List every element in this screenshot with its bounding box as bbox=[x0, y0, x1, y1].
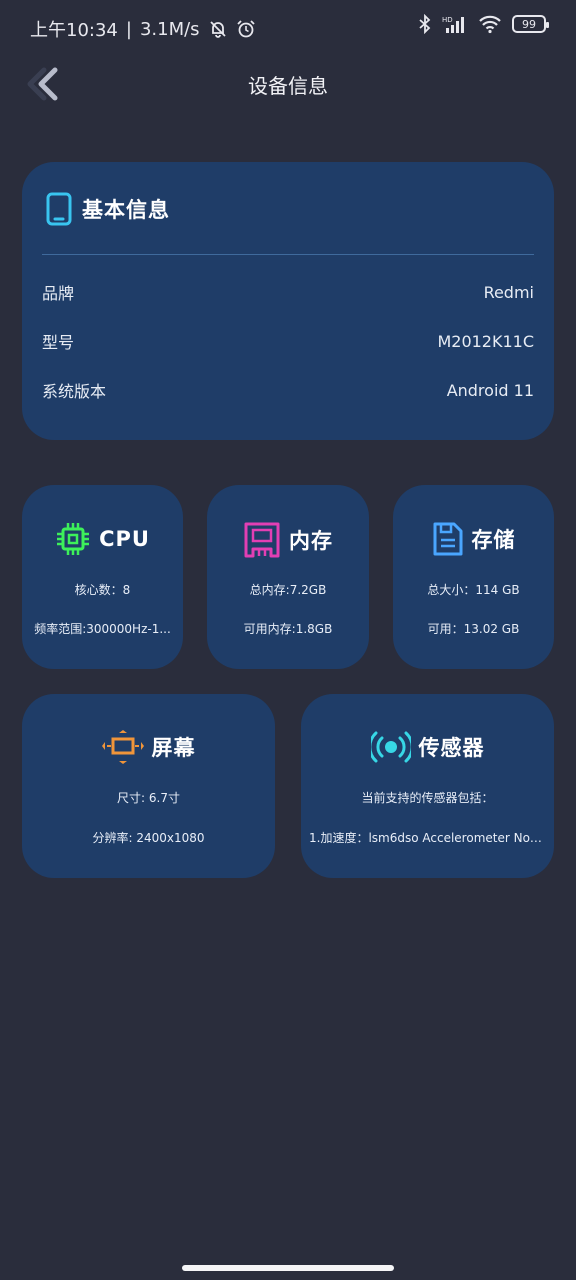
memory-card-header: 内存 bbox=[207, 521, 369, 559]
screen-card-header: 屏幕 bbox=[22, 730, 275, 764]
app-header: 设备信息 bbox=[0, 56, 576, 112]
sensor-intro: 当前支持的传感器包括： bbox=[361, 791, 494, 805]
basic-info-header: 基本信息 bbox=[46, 192, 170, 226]
memory-available: 可用内存:1.8GB bbox=[243, 622, 333, 636]
home-indicator[interactable] bbox=[182, 1265, 394, 1271]
basic-info-card: 基本信息 品牌 Redmi 型号 M2012K11C 系统版本 Android … bbox=[22, 162, 554, 440]
cpu-frequency: 频率范围:300000Hz-1... bbox=[34, 622, 171, 636]
battery-indicator: 99 bbox=[512, 15, 549, 33]
basic-info-title: 基本信息 bbox=[82, 198, 170, 222]
page-title: 设备信息 bbox=[248, 74, 328, 98]
cpu-card-header: CPU bbox=[22, 521, 183, 557]
broadcast-icon bbox=[370, 731, 411, 763]
memory-card[interactable]: 内存 总内存:7.2GB 可用内存:1.8GB bbox=[207, 485, 369, 669]
sensor-card[interactable]: 传感器 当前支持的传感器包括： 1.加速度：lsm6dso Accelerome… bbox=[301, 694, 554, 878]
screen-size: 尺寸: 6.7寸 bbox=[117, 791, 180, 805]
model-value: M2012K11C bbox=[437, 331, 534, 351]
status-speed: 3.1M/s bbox=[139, 18, 200, 40]
model-label: 型号 bbox=[42, 333, 75, 352]
cpu-title: CPU bbox=[99, 527, 150, 551]
storage-available: 可用：13.02 GB bbox=[427, 622, 520, 636]
cpu-chip-icon bbox=[57, 523, 90, 555]
signal-icon: HD bbox=[442, 16, 464, 33]
sensor-card-header: 传感器 bbox=[301, 730, 554, 764]
ram-icon bbox=[244, 522, 280, 558]
sensor-first-item: 1.加速度：lsm6dso Accelerometer Non... bbox=[309, 831, 546, 845]
battery-level: 99 bbox=[522, 17, 536, 31]
basic-info-divider bbox=[42, 254, 534, 255]
status-left: 上午10:34 | 3.1M/s bbox=[30, 16, 256, 42]
mute-bell-icon bbox=[209, 21, 226, 38]
brand-value: Redmi bbox=[483, 282, 534, 302]
info-row-os-version: 系统版本 Android 11 bbox=[42, 375, 534, 405]
floppy-disk-icon bbox=[433, 522, 462, 556]
screen-resize-icon bbox=[101, 730, 144, 764]
status-right: HD 99 bbox=[418, 14, 549, 34]
bluetooth-icon bbox=[419, 14, 431, 34]
screen-resolution: 分辨率: 2400x1080 bbox=[92, 831, 205, 845]
alarm-clock-icon bbox=[236, 20, 255, 38]
brand-label: 品牌 bbox=[42, 284, 75, 303]
memory-title: 内存 bbox=[289, 529, 333, 553]
cpu-card[interactable]: CPU 核心数：8 频率范围:300000Hz-1... bbox=[22, 485, 183, 669]
os-version-label: 系统版本 bbox=[42, 382, 107, 401]
status-bar: 上午10:34 | 3.1M/s HD 99 bbox=[0, 0, 576, 56]
info-row-model: 型号 M2012K11C bbox=[42, 326, 534, 356]
status-separator: | bbox=[125, 18, 132, 40]
os-version-value: Android 11 bbox=[446, 380, 534, 400]
svg-text:HD: HD bbox=[442, 16, 453, 24]
sensor-title: 传感器 bbox=[418, 736, 485, 760]
wifi-icon bbox=[479, 15, 501, 34]
phone-icon bbox=[46, 192, 72, 226]
screen-card[interactable]: 屏幕 尺寸: 6.7寸 分辨率: 2400x1080 bbox=[22, 694, 275, 878]
info-row-brand: 品牌 Redmi bbox=[42, 277, 534, 307]
storage-title: 存储 bbox=[471, 528, 516, 552]
storage-card[interactable]: 存储 总大小：114 GB 可用：13.02 GB bbox=[393, 485, 554, 669]
status-time: 上午10:34 bbox=[30, 20, 118, 41]
storage-card-header: 存储 bbox=[393, 521, 554, 557]
screen-title: 屏幕 bbox=[151, 736, 196, 760]
memory-total: 总内存:7.2GB bbox=[249, 583, 327, 597]
storage-total: 总大小：114 GB bbox=[427, 583, 520, 597]
cpu-cores: 核心数：8 bbox=[74, 583, 131, 597]
